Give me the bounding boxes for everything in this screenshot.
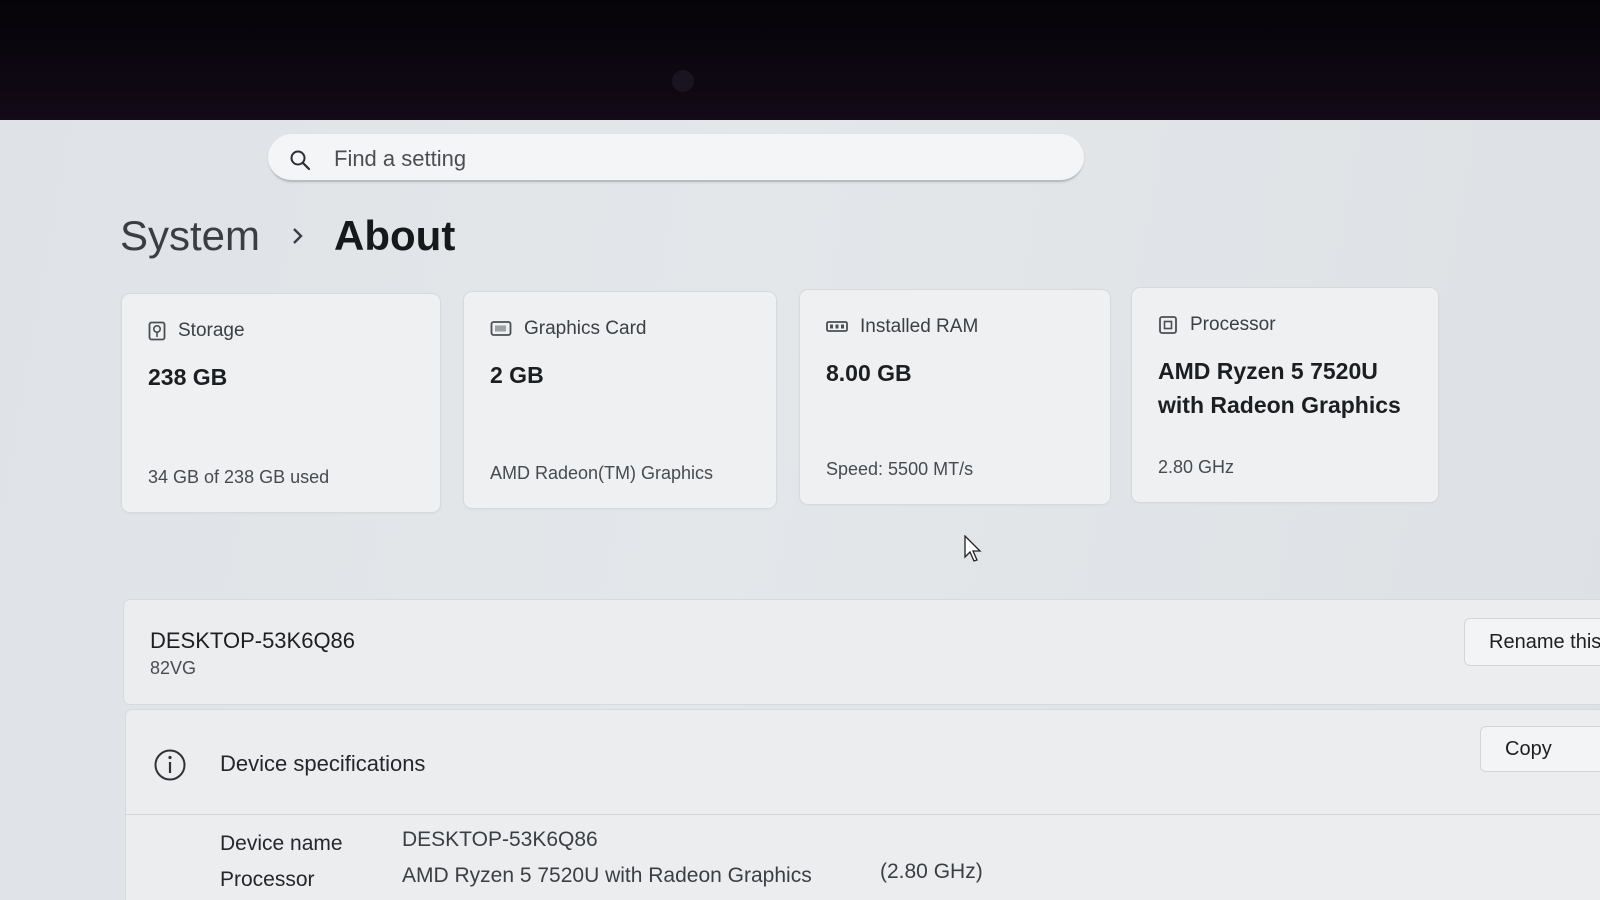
ram-title: Installed RAM	[860, 316, 979, 337]
search-placeholder[interactable]: Find a setting	[334, 146, 466, 172]
processor-value-line1: AMD Ryzen 5 7520U	[1158, 358, 1378, 384]
ram-value: 8.00 GB	[826, 360, 912, 386]
mouse-cursor-icon	[964, 535, 982, 562]
processor-card-header: Processor	[1158, 314, 1276, 336]
device-name: DESKTOP-53K6Q86	[150, 628, 356, 653]
search-icon	[290, 150, 311, 171]
storage-title: Storage	[178, 320, 245, 341]
processor-title: Processor	[1190, 314, 1276, 335]
storage-icon	[148, 321, 166, 341]
spec-value-device-name: DESKTOP-53K6Q86	[402, 828, 598, 851]
processor-value-line2: with Radeon Graphics	[1158, 392, 1401, 418]
graphics-card-detail: AMD Radeon(TM) Graphics	[490, 463, 714, 483]
storage-value: 238 GB	[148, 364, 228, 390]
breadcrumb: System About	[120, 212, 455, 260]
device-model: 82VG	[150, 658, 197, 678]
graphics-card-card[interactable]: Graphics Card 2 GB AMD Radeon(TM) Graphi…	[464, 292, 776, 508]
ram-detail: Speed: 5500 MT/s	[826, 459, 974, 479]
info-icon	[154, 749, 186, 781]
spec-value-processor: AMD Ryzen 5 7520U with Radeon Graphics	[402, 864, 812, 887]
processor-detail: 2.80 GHz	[1158, 457, 1235, 477]
ram-card-header: Installed RAM	[826, 316, 978, 338]
ram-icon	[826, 321, 848, 332]
graphics-card-title: Graphics Card	[524, 318, 647, 339]
storage-card-header: Storage	[148, 320, 245, 342]
search-box[interactable]: Find a setting	[268, 134, 1084, 182]
storage-detail: 34 GB of 238 GB used	[148, 467, 330, 487]
spec-value-processor-speed: (2.80 GHz)	[880, 860, 983, 883]
processor-icon	[1159, 316, 1177, 334]
settings-window: Find a setting System About Storage 238 …	[0, 120, 1600, 900]
spec-label-device-name: Device name	[220, 832, 343, 855]
breadcrumb-system[interactable]: System	[120, 212, 260, 260]
copy-specs-button[interactable]: Copy	[1480, 726, 1600, 772]
processor-value: AMD Ryzen 5 7520U with Radeon Graphics	[1158, 354, 1401, 422]
spec-label-processor: Processor	[220, 868, 315, 891]
graphics-card-value: 2 GB	[490, 362, 544, 388]
device-specs-panel	[126, 710, 1600, 900]
ram-card[interactable]: Installed RAM 8.00 GB Speed: 5500 MT/s	[800, 290, 1110, 504]
specs-divider	[126, 814, 1600, 815]
graphics-card-header: Graphics Card	[490, 318, 647, 340]
processor-card[interactable]: Processor AMD Ryzen 5 7520U with Radeon …	[1132, 288, 1438, 502]
page-title: About	[334, 212, 456, 259]
storage-card[interactable]: Storage 238 GB 34 GB of 238 GB used	[122, 294, 440, 512]
webcam	[672, 70, 694, 92]
screen-bezel	[0, 0, 1600, 120]
device-specs-title[interactable]: Device specifications	[220, 751, 425, 777]
chevron-right-icon	[293, 228, 303, 244]
graphics-card-icon	[490, 321, 512, 336]
rename-pc-button[interactable]: Rename this	[1464, 618, 1600, 666]
